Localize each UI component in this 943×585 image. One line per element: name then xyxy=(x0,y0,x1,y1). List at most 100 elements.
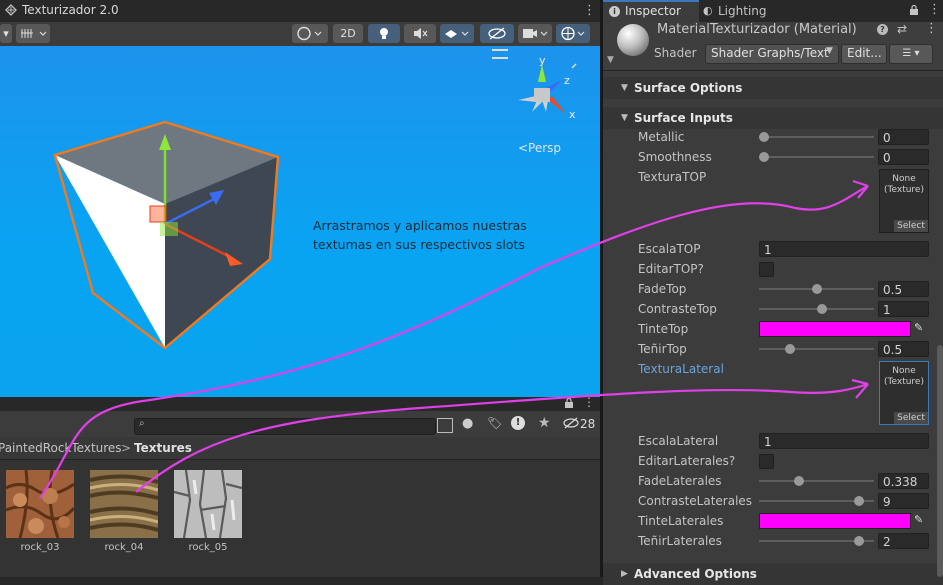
lightbulb-icon xyxy=(380,28,388,39)
lighting-toggle[interactable] xyxy=(368,24,400,43)
project-window: ⋮ ⌕ ● 🏷 ! ★ 28 PaintedRockTextures > Tex… xyxy=(0,395,600,577)
tenir-top-slider[interactable] xyxy=(759,341,874,357)
escala-lateral-field[interactable]: 1 xyxy=(759,433,929,449)
eyedropper-icon[interactable]: ✎ xyxy=(914,513,923,526)
filter-type-icon[interactable]: ● xyxy=(462,416,473,431)
tenir-top-field[interactable]: 0.5 xyxy=(878,341,929,357)
audio-toggle[interactable] xyxy=(404,24,436,43)
editar-laterales-checkbox[interactable] xyxy=(759,454,774,469)
search-icon: ⌕ xyxy=(139,418,145,429)
asset-label: rock_04 xyxy=(104,542,144,553)
grid-dropdown[interactable] xyxy=(16,24,50,43)
preset-icon[interactable]: ⇄ xyxy=(897,22,907,36)
asset-rock-05[interactable]: rock_05 xyxy=(168,460,248,577)
slider-knob[interactable] xyxy=(794,476,805,486)
favorite-star-icon[interactable]: ★ xyxy=(538,415,551,431)
surface-inputs-label: Surface Inputs xyxy=(634,111,733,125)
slider-knob[interactable] xyxy=(785,344,796,354)
fade-top-slider[interactable] xyxy=(759,281,874,297)
shader-dropdown[interactable]: Shader Graphs/Text ▼ xyxy=(705,44,839,64)
camera-dropdown[interactable] xyxy=(518,24,552,43)
texture-select-button[interactable]: Select xyxy=(894,220,928,232)
slider-knob[interactable] xyxy=(811,284,822,294)
tinte-top-color[interactable] xyxy=(759,321,911,337)
textura-lateral-slot[interactable]: None (Texture) Select xyxy=(879,361,929,425)
material-preview-sphere xyxy=(617,24,649,56)
metallic-slider[interactable] xyxy=(759,129,874,145)
warning-filter-icon[interactable]: ! xyxy=(511,416,525,430)
textura-top-slot[interactable]: None (Texture) Select xyxy=(879,169,929,233)
tinte-laterales-color[interactable] xyxy=(759,513,911,529)
slider-knob[interactable] xyxy=(759,132,769,142)
slider-knob[interactable] xyxy=(759,152,769,162)
contraste-top-slider[interactable] xyxy=(759,301,874,317)
breadcrumb-current[interactable]: Textures xyxy=(134,441,192,455)
slider-knob[interactable] xyxy=(853,496,864,506)
component-menu-icon[interactable]: ⋮ xyxy=(925,21,938,36)
filter-label-icon[interactable]: 🏷 xyxy=(487,416,502,430)
advanced-options-header[interactable]: ▶ Advanced Options xyxy=(603,563,943,585)
draw-mode-dropdown[interactable] xyxy=(292,24,328,43)
foldout-arrow-icon: ▼ xyxy=(621,113,628,123)
texture-none-label: None (Texture) xyxy=(884,366,924,387)
gizmo-axis-x: x xyxy=(569,108,576,121)
asset-rock-04[interactable]: rock_04 xyxy=(84,460,164,577)
shading-dropdown[interactable]: ▾ xyxy=(0,24,12,43)
tenir-laterales-field[interactable]: 2 xyxy=(878,533,929,549)
gizmo-globe-icon xyxy=(561,26,585,41)
project-menu-icon[interactable]: ⋮ xyxy=(583,395,595,409)
contraste-top-field[interactable]: 1 xyxy=(878,301,929,317)
search-scope-icon[interactable] xyxy=(437,418,453,433)
inspector-window: i Inspector ◐ Lighting ⋮ ▼ MaterialTextu… xyxy=(603,0,943,585)
fade-laterales-field[interactable]: 0.338 xyxy=(878,473,929,489)
eyedropper-icon[interactable]: ✎ xyxy=(914,321,923,334)
visibility-toggle[interactable] xyxy=(480,24,514,43)
slider-knob[interactable] xyxy=(853,536,864,546)
texture-select-button[interactable]: Select xyxy=(894,412,928,424)
textura-lateral-label: TexturaLateral xyxy=(638,362,724,376)
persp-label[interactable]: <Persp xyxy=(518,141,561,155)
fade-laterales-slider[interactable] xyxy=(759,473,874,489)
lock-icon[interactable] xyxy=(563,397,575,412)
edit-shader-button[interactable]: Edit... xyxy=(841,44,887,64)
inspector-menu-icon[interactable]: ⋮ xyxy=(928,2,941,17)
smoothness-slider[interactable] xyxy=(759,149,874,165)
breadcrumb-parent[interactable]: PaintedRockTextures xyxy=(0,441,122,455)
inspector-scrollbar[interactable] xyxy=(937,345,943,577)
tab-inspector[interactable]: i Inspector xyxy=(603,0,699,22)
foldout-arrow-icon[interactable]: ▼ xyxy=(607,55,614,65)
scene-viewport[interactable]: y z x <Persp Arrastramos y aplicamos nue… xyxy=(0,46,600,397)
scene-menu-icon[interactable]: ⋮ xyxy=(583,3,596,18)
slider-track xyxy=(759,348,874,350)
toolbar-drag-handle[interactable] xyxy=(492,49,508,59)
fade-top-field[interactable]: 0.5 xyxy=(878,281,929,297)
shader-options-dropdown[interactable]: ☰ ▾ xyxy=(889,44,933,64)
slider-track xyxy=(759,480,874,482)
tenir-laterales-slider[interactable] xyxy=(759,533,874,549)
smoothness-label: Smoothness xyxy=(638,150,712,164)
surface-options-header[interactable]: ▼ Surface Options xyxy=(603,77,943,99)
lock-icon[interactable] xyxy=(908,4,920,19)
smoothness-field[interactable]: 0 xyxy=(878,149,929,165)
surface-inputs-header[interactable]: ▼ Surface Inputs xyxy=(603,107,943,129)
scene-tab-title[interactable]: Texturizador 2.0 xyxy=(22,3,119,17)
lightbulb-icon: ◐ xyxy=(703,4,713,17)
tab-lighting[interactable]: ◐ Lighting xyxy=(703,0,793,22)
search-input[interactable]: ⌕ xyxy=(134,418,436,435)
effects-dropdown[interactable] xyxy=(440,24,474,43)
contraste-laterales-field[interactable]: 9 xyxy=(878,493,929,509)
surface-options-label: Surface Options xyxy=(634,81,743,95)
grid-icon xyxy=(21,29,47,38)
help-icon[interactable]: ? xyxy=(877,24,888,35)
slider-knob[interactable] xyxy=(816,304,827,314)
asset-rock-03[interactable]: rock_03 xyxy=(0,460,80,577)
escala-top-field[interactable]: 1 xyxy=(759,241,929,257)
gizmos-dropdown[interactable] xyxy=(556,24,590,43)
fade-laterales-label: FadeLaterales xyxy=(638,474,722,488)
annotation-text: Arrastramos y aplicamos nuestras textuma… xyxy=(313,218,527,252)
metallic-field[interactable]: 0 xyxy=(878,129,929,145)
2d-toggle[interactable]: 2D xyxy=(333,24,363,43)
hidden-packages-icon[interactable] xyxy=(562,416,580,433)
contraste-laterales-slider[interactable] xyxy=(759,493,874,509)
editar-top-checkbox[interactable] xyxy=(759,262,774,277)
